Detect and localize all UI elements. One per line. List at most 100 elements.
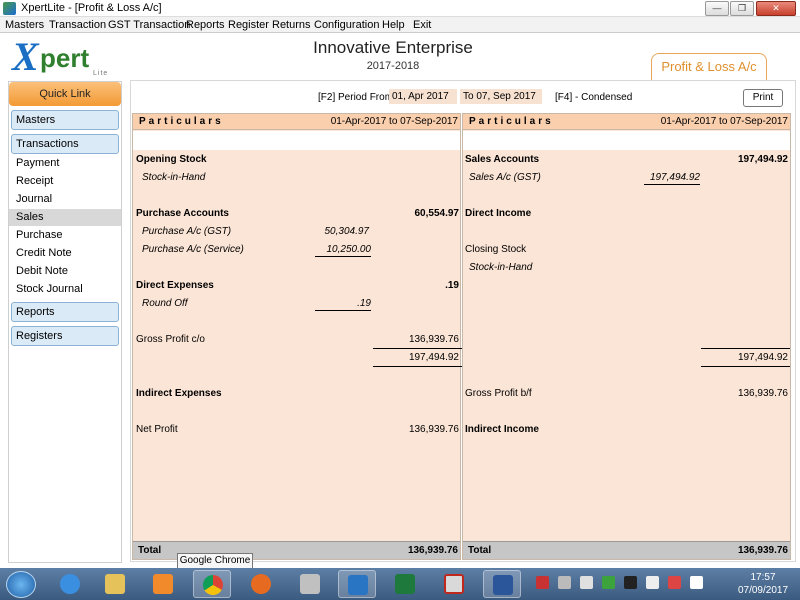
taskbar-ie[interactable] <box>51 570 89 598</box>
sales-accounts-amount: 197,494.92 <box>737 154 788 165</box>
start-button[interactable] <box>6 571 36 598</box>
sidebar-item-journal[interactable]: Journal <box>9 191 121 208</box>
tray-volume-icon[interactable] <box>668 576 682 589</box>
sidebar-registers[interactable]: Registers <box>11 326 119 346</box>
subtotal-line <box>701 348 790 349</box>
tray-misc-icon[interactable] <box>624 576 638 589</box>
sales-gst-amount: 197,494.92 <box>644 172 700 185</box>
menu-gst-transaction[interactable]: GST Transaction <box>108 19 190 31</box>
sidebar-masters[interactable]: Masters <box>11 110 119 130</box>
from-date-field[interactable]: 01, Apr 2017 <box>389 89 457 104</box>
xpertlite-app-icon <box>3 2 16 15</box>
taskbar-acrobat[interactable] <box>435 570 473 598</box>
right-total-label: Total <box>468 545 492 556</box>
tray-app-icon[interactable] <box>580 576 594 589</box>
menu-bar: Masters Transaction GST Transaction Repo… <box>0 17 800 33</box>
menu-transaction[interactable]: Transaction <box>49 19 106 31</box>
tray-antivirus-icon[interactable] <box>536 576 549 589</box>
menu-reports[interactable]: Reports <box>186 19 225 31</box>
sidebar-item-payment[interactable]: Payment <box>9 155 121 172</box>
app-header: X pert Lite Innovative Enterprise 2017-2… <box>0 33 800 80</box>
taskbar-xpertlite[interactable] <box>338 570 376 598</box>
minimize-button[interactable]: — <box>705 1 729 16</box>
net-profit-label[interactable]: Net Profit <box>136 424 178 436</box>
file-explorer-icon <box>105 574 125 594</box>
profit-loss-report: [F2] Period From 01, Apr 2017 To 07, Sep… <box>130 80 796 562</box>
gross-profit-co-amount: 136,939.76 <box>408 334 459 345</box>
particulars-header: Particulars <box>469 116 554 127</box>
gross-profit-bf-amount: 136,939.76 <box>737 388 788 399</box>
menu-configuration[interactable]: Configuration <box>314 19 379 31</box>
direct-expenses-label[interactable]: Direct Expenses <box>136 280 214 292</box>
sidebar-item-sales[interactable]: Sales <box>9 209 121 226</box>
acrobat-icon <box>444 574 464 594</box>
close-button[interactable]: ✕ <box>756 1 796 16</box>
restore-button[interactable]: ❐ <box>730 1 754 16</box>
tray-user-icon[interactable] <box>558 576 572 589</box>
quick-link-sidebar: Quick Link Masters Transactions Payment … <box>8 81 122 563</box>
purchase-service-label[interactable]: Purchase A/c (Service) <box>142 244 244 256</box>
right-subtotal-amount: 197,494.92 <box>737 352 788 363</box>
purchase-accounts-amount: 60,554.97 <box>414 208 460 219</box>
taskbar-chrome[interactable] <box>193 570 231 598</box>
income-pane: Particulars 01-Apr-2017 to 07-Sep-2017 S… <box>462 113 791 560</box>
indirect-expenses-label[interactable]: Indirect Expenses <box>136 388 222 400</box>
taskbar-firefox[interactable] <box>242 570 280 598</box>
tray-flag-icon[interactable] <box>690 576 704 589</box>
title-bar: XpertLite - [Profit & Loss A/c] — ❐ ✕ <box>0 0 800 17</box>
taskbar-word[interactable] <box>483 570 521 598</box>
menu-help[interactable]: Help <box>382 19 405 31</box>
internet-explorer-icon <box>60 574 80 594</box>
sidebar-item-credit-note[interactable]: Credit Note <box>9 245 121 262</box>
indirect-income-label[interactable]: Indirect Income <box>465 424 539 436</box>
purchase-accounts-label[interactable]: Purchase Accounts <box>136 208 229 220</box>
sidebar-item-stock-journal[interactable]: Stock Journal <box>9 281 121 298</box>
date-range-header: 01-Apr-2017 to 07-Sep-2017 <box>330 116 458 127</box>
sidebar-reports[interactable]: Reports <box>11 302 119 322</box>
subtotal-line-bottom <box>373 366 462 367</box>
sales-gst-label[interactable]: Sales A/c (GST) <box>469 172 541 184</box>
left-total-amount: 136,939.76 <box>407 545 458 556</box>
tray-nvidia-icon[interactable] <box>602 576 616 589</box>
taskbar-explorer[interactable] <box>96 570 134 598</box>
taskbar-paint[interactable] <box>291 570 329 598</box>
opening-stock-label[interactable]: Opening Stock <box>136 154 207 166</box>
round-off-amount: .19 <box>315 298 371 311</box>
direct-income-label[interactable]: Direct Income <box>465 208 531 220</box>
clock-time: 17:57 <box>750 572 776 583</box>
stock-in-hand-label[interactable]: Stock-in-Hand <box>142 172 205 184</box>
round-off-label[interactable]: Round Off <box>142 298 188 310</box>
expenses-pane: Particulars 01-Apr-2017 to 07-Sep-2017 O… <box>132 113 462 560</box>
left-header: Particulars 01-Apr-2017 to 07-Sep-2017 <box>133 114 460 130</box>
print-button[interactable]: Print <box>743 89 783 107</box>
quick-link-header[interactable]: Quick Link <box>9 82 121 106</box>
menu-masters[interactable]: Masters <box>5 19 44 31</box>
gross-profit-co-label[interactable]: Gross Profit c/o <box>136 334 205 346</box>
to-date-field[interactable]: To 07, Sep 2017 <box>460 89 542 104</box>
menu-register[interactable]: Register <box>228 19 269 31</box>
sidebar-item-debit-note[interactable]: Debit Note <box>9 263 121 280</box>
direct-expenses-amount: .19 <box>445 280 459 291</box>
closing-stock-in-hand-label[interactable]: Stock-in-Hand <box>469 262 532 274</box>
menu-exit[interactable]: Exit <box>413 19 431 31</box>
sidebar-item-purchase[interactable]: Purchase <box>9 227 121 244</box>
date-range-header: 01-Apr-2017 to 07-Sep-2017 <box>660 116 788 127</box>
sales-accounts-label[interactable]: Sales Accounts <box>465 154 539 166</box>
condensed-toggle[interactable]: [F4] - Condensed <box>555 92 632 103</box>
taskbar-clock[interactable]: 17:57 07/09/2017 <box>730 571 796 597</box>
taskbar-excel[interactable] <box>386 570 424 598</box>
left-total-label: Total <box>138 545 162 556</box>
tab-profit-loss[interactable]: Profit & Loss A/c <box>651 53 767 80</box>
closing-stock-label[interactable]: Closing Stock <box>465 244 526 256</box>
taskbar-media[interactable] <box>144 570 182 598</box>
tray-network-icon[interactable] <box>646 576 660 589</box>
sidebar-transactions[interactable]: Transactions <box>11 134 119 154</box>
purchase-gst-label[interactable]: Purchase A/c (GST) <box>142 226 231 238</box>
right-header: Particulars 01-Apr-2017 to 07-Sep-2017 <box>463 114 790 130</box>
gross-profit-bf-label[interactable]: Gross Profit b/f <box>465 388 532 400</box>
media-player-icon <box>153 574 173 594</box>
window-title: XpertLite - [Profit & Loss A/c] <box>21 2 162 14</box>
sidebar-item-receipt[interactable]: Receipt <box>9 173 121 190</box>
net-profit-amount: 136,939.76 <box>408 424 459 435</box>
menu-returns[interactable]: Returns <box>272 19 311 31</box>
